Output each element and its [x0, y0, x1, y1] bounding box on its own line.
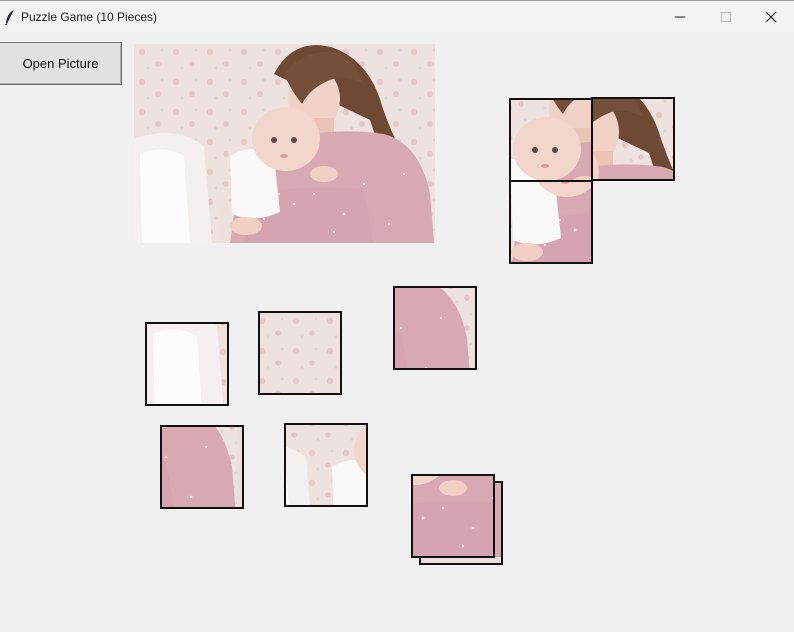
game-canvas[interactable]: Open Picture: [0, 32, 794, 632]
puzzle-piece[interactable]: [284, 423, 368, 507]
puzzle-piece[interactable]: [591, 97, 675, 181]
puzzle-piece[interactable]: [411, 474, 495, 558]
puzzle-piece[interactable]: [258, 311, 342, 395]
reference-picture: [134, 44, 435, 243]
puzzle-piece[interactable]: [145, 322, 229, 406]
minimize-icon: [675, 16, 685, 18]
open-picture-button[interactable]: Open Picture: [0, 42, 122, 85]
window-title: Puzzle Game (10 Pieces): [21, 10, 158, 24]
minimize-button[interactable]: [657, 1, 703, 33]
puzzle-piece[interactable]: [160, 425, 244, 509]
title-bar[interactable]: Puzzle Game (10 Pieces): [0, 0, 794, 32]
close-icon: [765, 11, 777, 23]
maximize-icon: [721, 12, 731, 22]
puzzle-piece[interactable]: [393, 286, 477, 370]
close-button[interactable]: [748, 1, 794, 33]
feather-icon: [4, 10, 14, 25]
maximize-button[interactable]: [703, 1, 749, 33]
puzzle-piece[interactable]: [509, 180, 593, 264]
puzzle-piece[interactable]: [509, 98, 593, 182]
